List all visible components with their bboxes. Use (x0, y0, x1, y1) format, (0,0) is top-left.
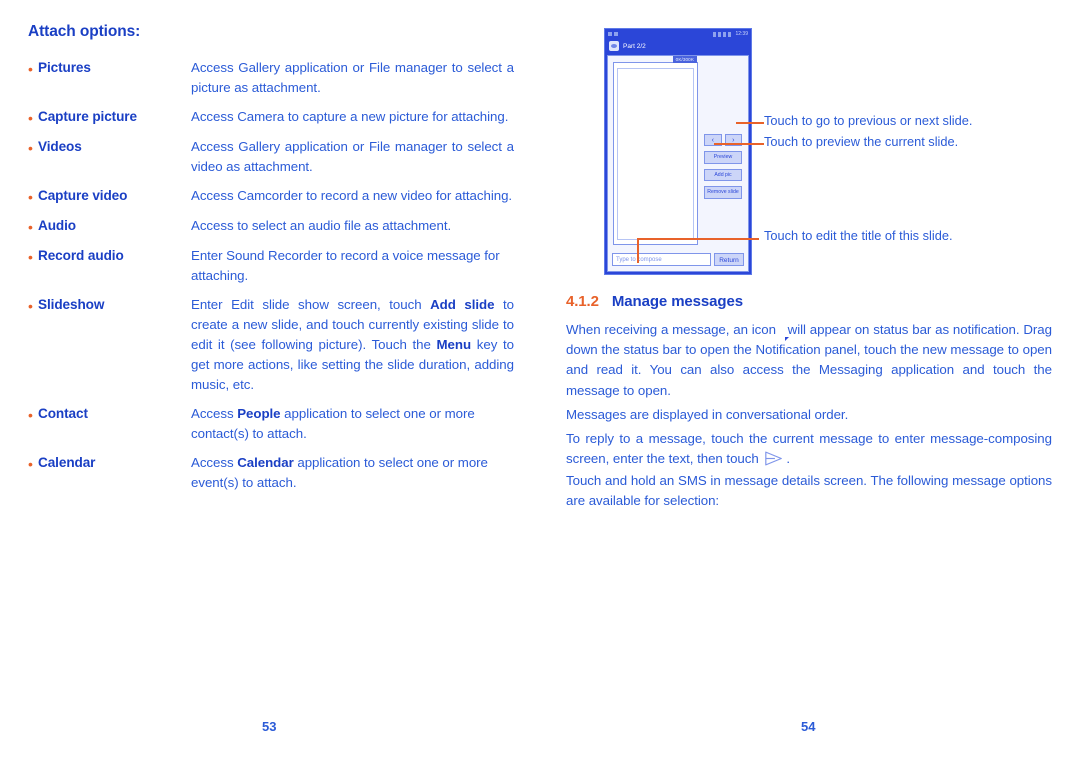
attach-options-heading: Attach options: (28, 23, 141, 40)
send-arrow-icon (765, 451, 783, 466)
option-term: Audio (38, 218, 77, 233)
option-term: Videos (38, 139, 82, 154)
option-desc: Enter Sound Recorder to record a voice m… (191, 248, 500, 283)
list-item: • Audio Access to select an audio file a… (28, 216, 514, 237)
list-item: • Capture video Access Camcorder to reco… (28, 186, 514, 207)
add-pic-button[interactable]: Add pic (704, 168, 742, 181)
option-term: Contact (38, 406, 88, 421)
bullet-icon: • (28, 456, 33, 472)
option-term: Pictures (38, 60, 91, 75)
option-desc: Access Gallery application or File manag… (191, 139, 514, 174)
battery-icon (728, 31, 732, 37)
app-bar: Part 2/2 (605, 39, 751, 53)
section-heading: 4.1.2 Manage messages (566, 293, 743, 310)
option-term: Calendar (38, 455, 96, 470)
list-item: • Videos Access Gallery application or F… (28, 137, 514, 177)
bullet-icon: • (28, 298, 33, 314)
slide-canvas[interactable] (617, 68, 694, 240)
signal-icon (723, 31, 727, 37)
sim-icon (713, 31, 717, 37)
leader-line-title-vertical (637, 238, 639, 263)
paragraph-manage-messages: When receiving a message, an icon will a… (566, 320, 1052, 401)
leader-line-preview (714, 143, 764, 145)
app-bar-title: Part 2/2 (623, 42, 646, 50)
callout-prev-next: Touch to go to previous or next slide. (764, 113, 973, 128)
option-term: Record audio (38, 248, 124, 263)
slide-edit-area[interactable]: 0K/300K (613, 56, 698, 245)
list-item: • Contact Access People application to s… (28, 404, 514, 444)
compose-input[interactable]: Type to compose (612, 253, 711, 266)
leader-line-title-horizontal (637, 238, 759, 240)
message-app-icon (609, 41, 619, 51)
paragraph-touch-hold-sms: Touch and hold an SMS in message details… (566, 473, 1052, 509)
status-bar: 12:39 (605, 29, 751, 39)
slide-size-badge: 0K/300K (672, 56, 697, 63)
option-desc: Access Camera to capture a new picture f… (191, 109, 509, 124)
list-item: • Pictures Access Gallery application or… (28, 58, 514, 98)
section-number: 4.1.2 (566, 293, 599, 310)
option-desc: Access People application to select one … (191, 406, 475, 441)
return-button[interactable]: Return (714, 253, 744, 266)
status-bar-right-icons: 12:39 (713, 31, 748, 37)
list-item: • Capture picture Access Camera to captu… (28, 107, 514, 128)
option-desc: Access Calendar application to select on… (191, 455, 488, 490)
bullet-icon: • (28, 407, 33, 423)
attach-options-list: • Pictures Access Gallery application or… (28, 58, 514, 502)
bullet-icon: • (28, 219, 33, 235)
option-term: Capture video (38, 188, 128, 203)
paragraph-reply-period: . (786, 451, 791, 467)
option-term: Capture picture (38, 109, 137, 124)
list-item: • Slideshow Enter Edit slide show screen… (28, 295, 514, 395)
list-item: • Record audio Enter Sound Recorder to r… (28, 246, 514, 286)
paragraph-reply-text: To reply to a message, touch the current… (566, 431, 1052, 467)
message-notification-icon (614, 32, 618, 36)
paragraph-reply: To reply to a message, touch the current… (566, 429, 1052, 469)
list-item: • Calendar Access Calendar application t… (28, 453, 514, 493)
vibrate-icon (718, 31, 722, 37)
paragraph-conversational-order: Messages are displayed in conversational… (566, 407, 849, 422)
leader-line-prev-next (736, 122, 764, 124)
compose-bar: Type to compose Return (612, 252, 744, 267)
option-term: Slideshow (38, 297, 105, 312)
bullet-icon: • (28, 61, 33, 77)
remove-slide-button[interactable]: Remove slide (704, 186, 742, 199)
status-bar-clock: 12:39 (735, 31, 748, 37)
warning-icon (608, 32, 612, 36)
preview-button[interactable]: Preview (704, 151, 742, 164)
bullet-icon: • (28, 189, 33, 205)
bullet-icon: • (28, 140, 33, 156)
left-page: Attach options: • Pictures Access Galler… (0, 0, 540, 767)
option-desc: Enter Edit slide show screen, touch Add … (191, 297, 514, 392)
callout-edit-title: Touch to edit the title of this slide. (764, 228, 953, 243)
section-title: Manage messages (611, 293, 743, 310)
page-number-right: 54 (801, 719, 816, 734)
callout-preview: Touch to preview the current slide. (764, 134, 959, 149)
option-desc: Access Gallery application or File manag… (191, 60, 514, 95)
page-number-left: 53 (262, 719, 277, 734)
status-bar-left-icons (608, 32, 618, 36)
option-desc: Access Camcorder to record a new video f… (191, 188, 513, 203)
bullet-icon: • (28, 249, 33, 265)
option-desc: Access to select an audio file as attach… (191, 218, 452, 233)
paragraph-text-a: When receiving a message, an icon (566, 322, 780, 337)
bullet-icon: • (28, 110, 33, 126)
